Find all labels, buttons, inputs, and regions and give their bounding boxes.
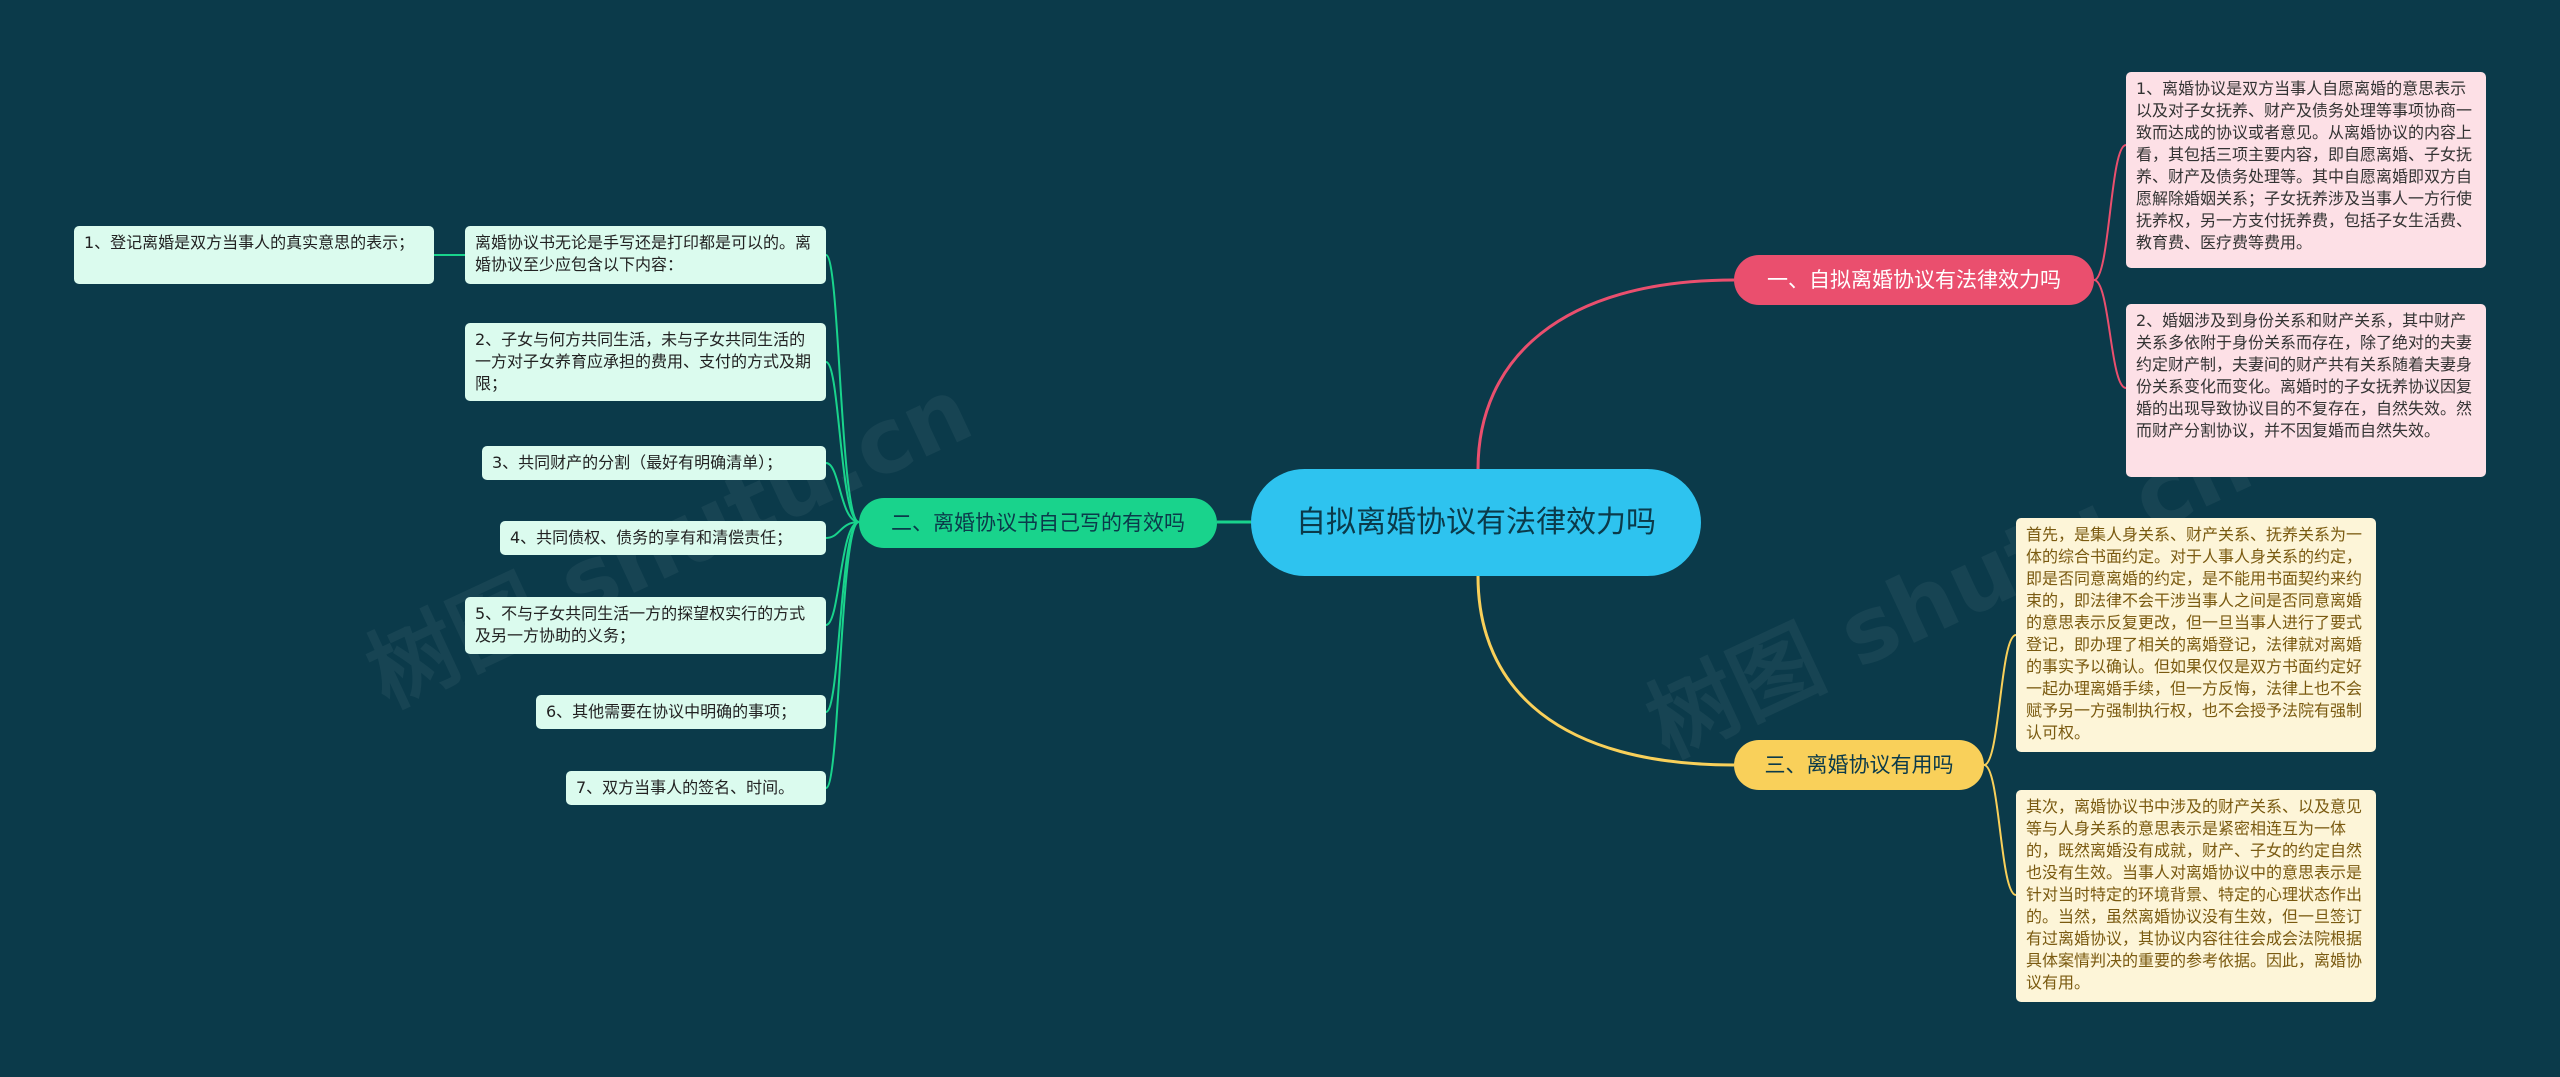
- leaf-usefulness-1[interactable]: 首先，是集人身关系、财产关系、抚养关系为一体的综合书面约定。对于人事人身关系的约…: [2016, 518, 2376, 752]
- root-topic[interactable]: 自拟离婚协议有法律效力吗: [1251, 469, 1701, 576]
- leaf-legal-effect-1[interactable]: 1、离婚协议是双方当事人自愿离婚的意思表示以及对子女抚养、财产及债务处理等事项协…: [2126, 72, 2486, 268]
- leaf-legal-effect-2[interactable]: 2、婚姻涉及到身份关系和财产关系，其中财产关系多依附于身份关系而存在，除了绝对的…: [2126, 304, 2486, 477]
- branch-usefulness[interactable]: 三、离婚协议有用吗: [1734, 740, 1984, 790]
- leaf-self-written-intro[interactable]: 离婚协议书无论是手写还是打印都是可以的。离婚协议至少应包含以下内容：: [465, 226, 826, 284]
- branch-legal-effect[interactable]: 一、自拟离婚协议有法律效力吗: [1734, 255, 2094, 305]
- leaf-self-written-4[interactable]: 4、共同债权、债务的享有和清偿责任；: [500, 521, 826, 555]
- leaf-self-written-3[interactable]: 3、共同财产的分割（最好有明确清单）；: [482, 446, 826, 480]
- leaf-self-written-7[interactable]: 7、双方当事人的签名、时间。: [566, 771, 826, 805]
- root-topic-label: 自拟离婚协议有法律效力吗: [1296, 504, 1656, 540]
- leaf-self-written-2[interactable]: 2、子女与何方共同生活，未与子女共同生活的一方对子女养育应承担的费用、支付的方式…: [465, 323, 826, 401]
- leaf-usefulness-2[interactable]: 其次，离婚协议书中涉及的财产关系、以及意见等与人身关系的意思表示是紧密相连互为一…: [2016, 790, 2376, 1002]
- leaf-self-written-sub-1[interactable]: 1、登记离婚是双方当事人的真实意思的表示；: [74, 226, 434, 284]
- branch-self-written[interactable]: 二、离婚协议书自己写的有效吗: [859, 498, 1217, 548]
- leaf-self-written-5[interactable]: 5、不与子女共同生活一方的探望权实行的方式及另一方协助的义务；: [465, 597, 826, 654]
- leaf-self-written-6[interactable]: 6、其他需要在协议中明确的事项；: [536, 695, 826, 729]
